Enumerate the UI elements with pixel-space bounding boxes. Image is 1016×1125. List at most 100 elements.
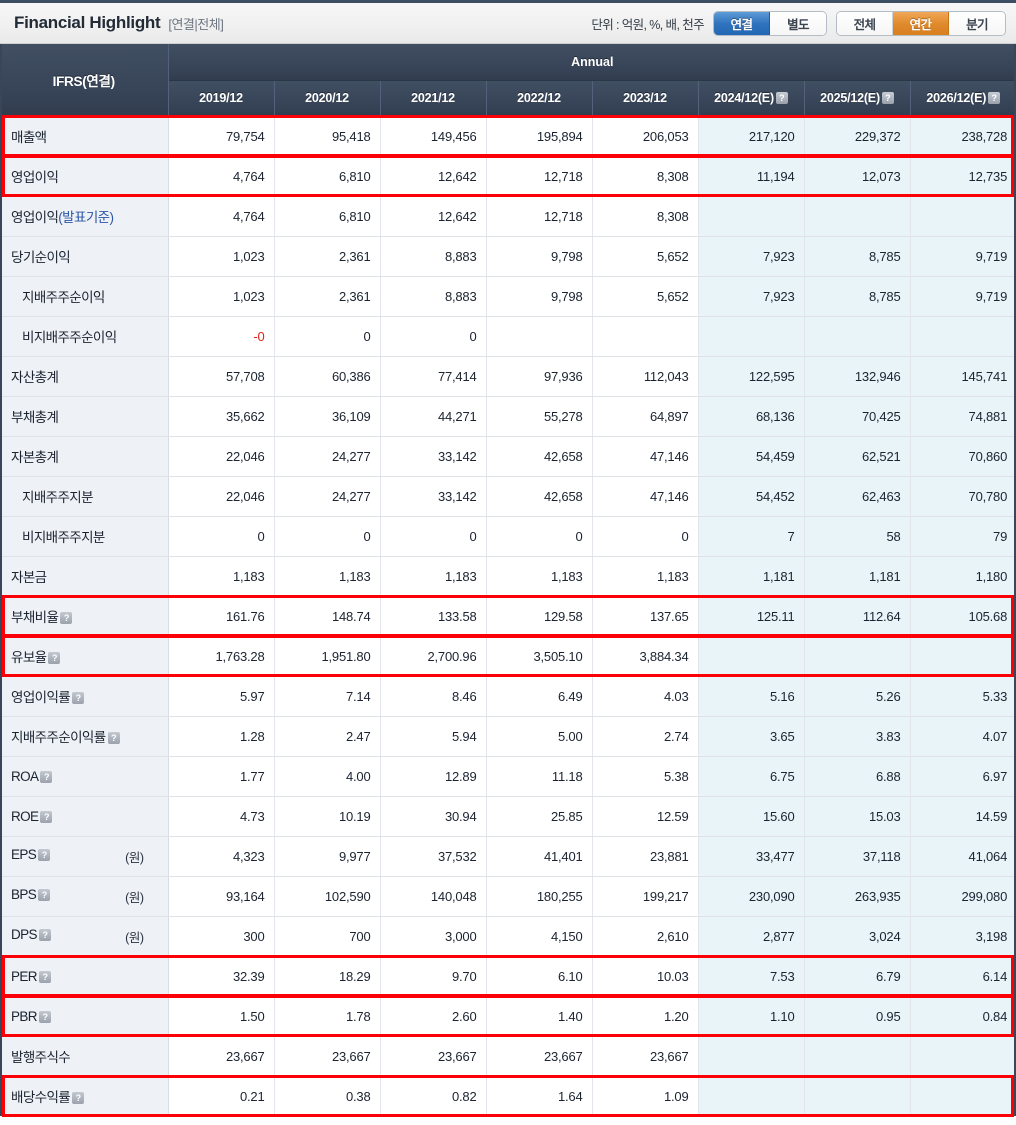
data-cell: 3,198 bbox=[910, 916, 1016, 957]
data-cell: 125.11 bbox=[698, 596, 805, 637]
data-cell bbox=[804, 196, 911, 237]
column-header-label: 2021/12 bbox=[411, 91, 455, 105]
row-label-qualifier: (발표기준) bbox=[58, 210, 114, 225]
scope-option-separate[interactable]: 별도 bbox=[770, 11, 826, 35]
table-row: 배당수익률? 0.21 0.38 0.82 1.64 1.09 bbox=[0, 1076, 1016, 1116]
data-cell: 1.10 bbox=[698, 996, 805, 1037]
data-cell: 42,658 bbox=[486, 476, 593, 517]
data-cell: 4,764 bbox=[168, 156, 275, 197]
help-icon[interactable]: ? bbox=[48, 652, 61, 664]
data-cell: 129.58 bbox=[486, 596, 593, 637]
help-icon[interactable]: ? bbox=[60, 612, 73, 624]
row-label-text: 영업이익 bbox=[11, 170, 59, 185]
row-label-cell: BPS? (원) bbox=[0, 876, 169, 917]
data-cell: 145,741 bbox=[910, 356, 1016, 397]
column-header-202112: 2021/12 bbox=[380, 80, 487, 117]
table-row: 지배주주지분 22,046 24,277 33,142 42,658 47,146 54,4… bbox=[0, 476, 1016, 517]
help-icon[interactable]: ? bbox=[72, 692, 85, 704]
data-cell: 161.76 bbox=[168, 596, 275, 637]
page-title: Financial Highlight bbox=[14, 13, 161, 32]
data-cell: 23,881 bbox=[592, 836, 699, 877]
row-unit-label: (원) bbox=[125, 890, 144, 905]
data-cell: 23,667 bbox=[592, 1036, 699, 1077]
row-label-text: 자본총계 bbox=[11, 450, 59, 465]
row-label-text: 영업이익률 bbox=[11, 690, 71, 705]
row-label-cell: PBR? bbox=[0, 996, 169, 1037]
data-cell: 64,897 bbox=[592, 396, 699, 437]
help-icon[interactable]: ? bbox=[38, 888, 51, 901]
data-cell: 6.14 bbox=[910, 956, 1016, 997]
data-cell: 93,164 bbox=[168, 876, 275, 917]
data-cell: 5,652 bbox=[592, 276, 699, 317]
row-label-text: 자본금 bbox=[11, 570, 47, 585]
row-label-cell: 지배주주지분 bbox=[0, 476, 169, 517]
help-icon[interactable]: ? bbox=[40, 810, 53, 823]
period-option-all[interactable]: 전체 bbox=[837, 11, 893, 35]
period-toggle-group[interactable]: 전체 연간 분기 bbox=[836, 10, 1006, 36]
data-cell: 1.64 bbox=[486, 1076, 593, 1116]
help-icon[interactable]: ? bbox=[38, 1010, 51, 1023]
data-cell: 3,000 bbox=[380, 916, 487, 957]
row-label-cell: 매출액 bbox=[0, 116, 169, 157]
table-row: PBR? 1.50 1.78 2.60 1.40 1.20 1.10 0.95 0.84 bbox=[0, 996, 1016, 1037]
table-row: 자본금 1,183 1,183 1,183 1,183 1,183 1,181 1,181 1,… bbox=[0, 556, 1016, 597]
data-cell: 8.46 bbox=[380, 676, 487, 717]
help-icon[interactable]: ? bbox=[775, 92, 788, 104]
help-icon[interactable]: ? bbox=[988, 92, 1001, 104]
help-icon[interactable]: ? bbox=[881, 92, 894, 104]
table-row: 영업이익(발표기준) 4,764 6,810 12,642 12,718 8,308 bbox=[0, 196, 1016, 237]
row-unit-label: (원) bbox=[125, 930, 144, 945]
scope-option-consolidated[interactable]: 연결 bbox=[714, 11, 770, 35]
help-icon[interactable]: ? bbox=[38, 970, 51, 983]
data-cell: 35,662 bbox=[168, 396, 275, 437]
data-cell: 1,763.28 bbox=[168, 636, 275, 677]
data-cell: 6.10 bbox=[486, 956, 593, 997]
data-cell: 6.79 bbox=[804, 956, 911, 997]
row-label-text: 부채비율 bbox=[11, 610, 59, 625]
data-cell bbox=[698, 636, 805, 677]
help-icon[interactable]: ? bbox=[40, 770, 53, 783]
data-cell: 3.65 bbox=[698, 716, 805, 757]
data-cell: 41,401 bbox=[486, 836, 593, 877]
data-cell: 5,652 bbox=[592, 236, 699, 277]
table-row: 매출액 79,754 95,418 149,456 195,894 206,053 217,… bbox=[0, 116, 1016, 157]
data-cell: 8,308 bbox=[592, 156, 699, 197]
column-header-label: 2023/12 bbox=[623, 91, 667, 105]
data-cell: 8,785 bbox=[804, 276, 911, 317]
data-cell: 6.49 bbox=[486, 676, 593, 717]
column-header-202512e: 2025/12(E)? bbox=[804, 80, 911, 117]
data-cell bbox=[910, 196, 1016, 237]
row-label-text: BPS bbox=[11, 886, 37, 902]
column-header-201912: 2019/12 bbox=[168, 80, 275, 117]
data-cell: 0.95 bbox=[804, 996, 911, 1037]
row-label-cell: 발행주식수 bbox=[0, 1036, 169, 1077]
data-cell bbox=[910, 1076, 1016, 1116]
table-row: 발행주식수 23,667 23,667 23,667 23,667 23,667 bbox=[0, 1036, 1016, 1077]
data-cell: 230,090 bbox=[698, 876, 805, 917]
data-cell: 55,278 bbox=[486, 396, 593, 437]
data-cell: -0 bbox=[168, 316, 275, 357]
period-option-quarterly[interactable]: 분기 bbox=[949, 11, 1005, 35]
help-icon[interactable]: ? bbox=[72, 1092, 85, 1105]
help-icon[interactable]: ? bbox=[107, 732, 120, 744]
period-option-annual[interactable]: 연간 bbox=[893, 11, 949, 35]
data-cell: 2,877 bbox=[698, 916, 805, 957]
data-cell: 47,146 bbox=[592, 436, 699, 477]
data-cell: 0.82 bbox=[380, 1076, 487, 1116]
help-icon[interactable]: ? bbox=[38, 848, 51, 861]
data-cell bbox=[910, 636, 1016, 677]
page-subtitle: [연결|전체] bbox=[168, 16, 224, 32]
data-cell: 12,642 bbox=[380, 156, 487, 197]
help-icon[interactable]: ? bbox=[38, 928, 51, 941]
data-cell: 1,951.80 bbox=[274, 636, 381, 677]
data-cell: 1.77 bbox=[168, 756, 275, 797]
header-controls: 단위 : 억원, %, 배, 천주 연결 별도 전체 연간 분기 bbox=[591, 10, 1006, 36]
data-cell: 1.78 bbox=[274, 996, 381, 1037]
data-cell: 12,718 bbox=[486, 156, 593, 197]
data-cell: 32.39 bbox=[168, 956, 275, 997]
row-label-cell: EPS? (원) bbox=[0, 836, 169, 877]
data-cell: 217,120 bbox=[698, 116, 805, 157]
data-cell: 6,810 bbox=[274, 196, 381, 237]
scope-toggle-group[interactable]: 연결 별도 bbox=[713, 10, 827, 36]
row-label-cell: 부채비율? bbox=[0, 596, 169, 637]
